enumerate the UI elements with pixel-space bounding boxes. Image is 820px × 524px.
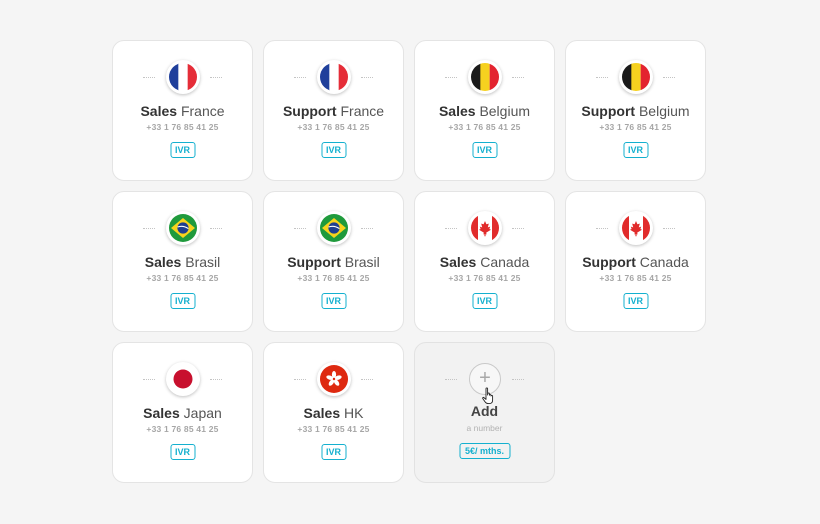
belgium-flag-icon — [619, 60, 653, 94]
add-number-card[interactable]: + Add a number 5€/ mths. — [414, 342, 555, 483]
card-title: Sales Brasil — [144, 254, 221, 270]
canada-flag-icon — [619, 211, 653, 245]
phone-number: +33 1 76 85 41 25 — [599, 273, 672, 283]
card-title: Sales Japan — [143, 405, 222, 421]
phone-number: +33 1 76 85 41 25 — [146, 273, 219, 283]
ivr-badge[interactable]: IVR — [320, 444, 347, 460]
add-subtitle: a number — [466, 423, 503, 433]
divider — [294, 77, 306, 78]
ivr-badge[interactable]: IVR — [169, 444, 196, 460]
price-badge[interactable]: 5€/ mths. — [458, 443, 511, 459]
phone-number: +33 1 76 85 41 25 — [448, 273, 521, 283]
number-card-support-france[interactable]: Support France +33 1 76 85 41 25 IVR — [263, 40, 404, 181]
number-card-sales-japan[interactable]: Sales Japan +33 1 76 85 41 25 IVR — [112, 342, 253, 483]
ivr-badge[interactable]: IVR — [471, 142, 498, 158]
divider — [512, 228, 524, 229]
phone-number: +33 1 76 85 41 25 — [448, 122, 521, 132]
divider — [361, 228, 373, 229]
card-title: Support Canada — [582, 254, 689, 270]
number-card-support-canada[interactable]: Support Canada +33 1 76 85 41 25 IVR — [565, 191, 706, 332]
ivr-badge[interactable]: IVR — [622, 142, 649, 158]
card-title: Sales Belgium — [438, 103, 531, 119]
divider — [596, 77, 608, 78]
divider — [512, 379, 524, 380]
divider — [445, 379, 457, 380]
card-title: Sales France — [140, 103, 225, 119]
phone-number: +33 1 76 85 41 25 — [297, 122, 370, 132]
divider — [143, 228, 155, 229]
divider — [596, 228, 608, 229]
number-card-sales-belgium[interactable]: Sales Belgium +33 1 76 85 41 25 IVR — [414, 40, 555, 181]
ivr-badge[interactable]: IVR — [622, 293, 649, 309]
phone-number: +33 1 76 85 41 25 — [146, 122, 219, 132]
brazil-flag-icon — [317, 211, 351, 245]
phone-number-grid: Sales France +33 1 76 85 41 25 IVR Suppo… — [112, 40, 706, 483]
ivr-badge[interactable]: IVR — [471, 293, 498, 309]
divider — [445, 228, 457, 229]
divider — [143, 77, 155, 78]
card-title: Support Belgium — [581, 103, 690, 119]
card-title: Sales HK — [303, 405, 364, 421]
divider — [143, 379, 155, 380]
card-title: Support Brasil — [287, 254, 380, 270]
phone-number: +33 1 76 85 41 25 — [297, 424, 370, 434]
number-card-sales-brasil[interactable]: Sales Brasil +33 1 76 85 41 25 IVR — [112, 191, 253, 332]
ivr-badge[interactable]: IVR — [169, 142, 196, 158]
divider — [361, 77, 373, 78]
number-card-sales-canada[interactable]: Sales Canada +33 1 76 85 41 25 IVR — [414, 191, 555, 332]
card-title: Support France — [282, 103, 385, 119]
divider — [294, 228, 306, 229]
number-card-sales-hk[interactable]: Sales HK +33 1 76 85 41 25 IVR — [263, 342, 404, 483]
ivr-badge[interactable]: IVR — [169, 293, 196, 309]
add-title: Add — [470, 403, 499, 419]
canada-flag-icon — [468, 211, 502, 245]
ivr-badge[interactable]: IVR — [320, 293, 347, 309]
divider — [512, 77, 524, 78]
number-card-support-brasil[interactable]: Support Brasil +33 1 76 85 41 25 IVR — [263, 191, 404, 332]
card-title: Sales Canada — [439, 254, 530, 270]
divider — [663, 228, 675, 229]
ivr-badge[interactable]: IVR — [320, 142, 347, 158]
belgium-flag-icon — [468, 60, 502, 94]
number-card-sales-france[interactable]: Sales France +33 1 76 85 41 25 IVR — [112, 40, 253, 181]
japan-flag-icon — [166, 362, 200, 396]
divider — [294, 379, 306, 380]
phone-number: +33 1 76 85 41 25 — [297, 273, 370, 283]
number-card-support-belgium[interactable]: Support Belgium +33 1 76 85 41 25 IVR — [565, 40, 706, 181]
divider — [663, 77, 675, 78]
brazil-flag-icon — [166, 211, 200, 245]
france-flag-icon — [317, 60, 351, 94]
france-flag-icon — [166, 60, 200, 94]
divider — [210, 77, 222, 78]
divider — [361, 379, 373, 380]
phone-number: +33 1 76 85 41 25 — [599, 122, 672, 132]
divider — [210, 379, 222, 380]
divider — [210, 228, 222, 229]
phone-number: +33 1 76 85 41 25 — [146, 424, 219, 434]
divider — [445, 77, 457, 78]
hong-kong-flag-icon — [317, 362, 351, 396]
